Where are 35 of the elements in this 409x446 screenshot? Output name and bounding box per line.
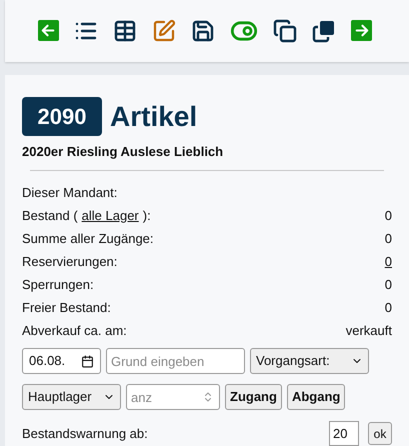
edit-icon[interactable] <box>152 18 176 43</box>
warning-label: Bestandswarnung ab: <box>22 424 149 443</box>
spinner-icon[interactable] <box>202 391 214 403</box>
page-title: Artikel <box>110 100 198 134</box>
duplicate-icon[interactable] <box>312 18 336 43</box>
row-label: Sperrungen: <box>22 276 94 292</box>
date-field[interactable]: 06.08. <box>22 348 101 374</box>
all-stores-link[interactable]: alle Lager <box>82 208 139 223</box>
row-value: verkauft <box>346 322 392 340</box>
warning-threshold-field[interactable]: 20 <box>329 421 359 446</box>
ok-button[interactable]: ok <box>368 422 392 445</box>
row-label: Summe aller Zugänge: <box>22 230 154 246</box>
copy-icon[interactable] <box>273 18 297 43</box>
row-label: Reservierungen: <box>22 254 118 269</box>
row-value: 0 <box>384 298 392 317</box>
reason-field[interactable]: Grund eingeben <box>106 348 245 374</box>
row-label: Abverkauf ca. am: <box>22 322 127 338</box>
save-icon[interactable] <box>191 18 215 43</box>
row-label: Freier Bestand: <box>22 300 111 315</box>
row-value: 0 <box>384 276 392 294</box>
row-value: 0 <box>384 230 392 248</box>
row-value: 0 <box>384 206 392 225</box>
amount-field[interactable]: anz <box>126 384 220 410</box>
booking-button[interactable]: Abgang <box>286 384 346 410</box>
booking-button[interactable]: Zugang <box>225 384 282 410</box>
article-name: 2020er Riesling Auslese Lieblich <box>22 142 224 161</box>
warehouse-select[interactable]: Hauptlager <box>22 384 121 410</box>
row-label: ): <box>142 208 151 223</box>
row-value-link[interactable]: 0 <box>384 252 392 272</box>
row-label: Dieser Mandant: <box>22 184 118 200</box>
article-number: 2090 <box>22 97 102 136</box>
calendar-icon[interactable] <box>81 354 94 368</box>
type-select[interactable]: Vorgangsart: <box>250 348 369 374</box>
row-label: Bestand ( <box>22 208 78 223</box>
table-icon[interactable] <box>113 18 137 43</box>
